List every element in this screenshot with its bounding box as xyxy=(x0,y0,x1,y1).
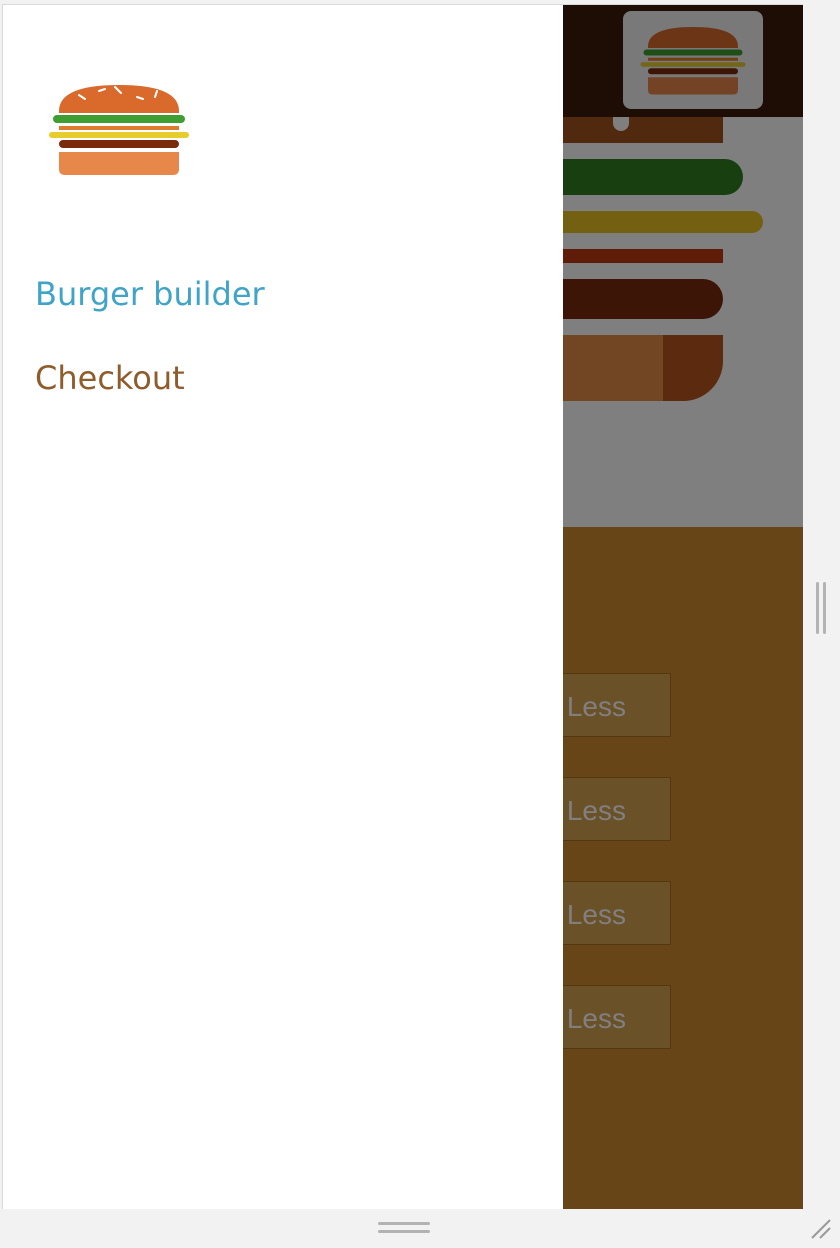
horizontal-resize-grip[interactable] xyxy=(378,1222,430,1234)
vertical-resize-grip[interactable] xyxy=(816,582,826,634)
burger-logo-icon xyxy=(49,85,189,175)
app-viewport: Less Less Less Less Burger builder Check… xyxy=(2,4,803,1209)
nav-link-checkout[interactable]: Checkout xyxy=(35,359,185,397)
side-drawer: Burger builder Checkout xyxy=(3,5,563,1209)
nav-link-burger-builder[interactable]: Burger builder xyxy=(35,275,265,313)
resize-corner-icon[interactable] xyxy=(806,1214,836,1244)
